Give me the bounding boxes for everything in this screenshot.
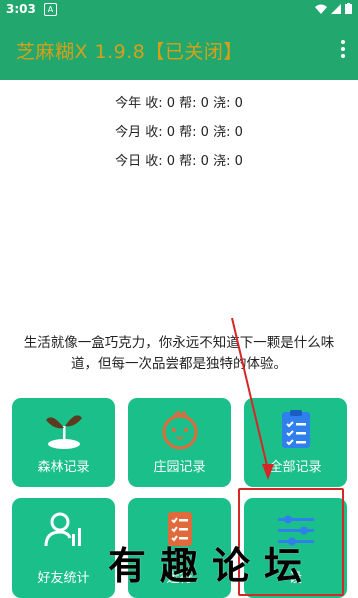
stat-day: 今日 收: 0 帮: 0 浇: 0 bbox=[115, 154, 243, 169]
status-bar: 3:03 A bbox=[0, 0, 358, 20]
notification-icon: A bbox=[44, 3, 57, 16]
quote-text: 生活就像一盒巧克力，你永远不知道下一颗是什么味道，但每一次品尝都是独特的体验。 bbox=[23, 335, 335, 372]
stat-month: 今月 收: 0 帮: 0 浇: 0 bbox=[115, 125, 243, 140]
friends-stats-button[interactable]: 好友统计 bbox=[12, 498, 115, 598]
overflow-menu-icon[interactable] bbox=[340, 40, 346, 60]
status-time: 3:03 bbox=[6, 2, 36, 16]
forest-records-label: 森林记录 bbox=[37, 460, 90, 475]
manor-records-label: 庄园记录 bbox=[153, 460, 206, 475]
friends-stats-label: 好友统计 bbox=[37, 571, 90, 586]
stat-year: 今年 收: 0 帮: 0 浇: 0 bbox=[115, 96, 243, 111]
chick-icon bbox=[162, 410, 198, 450]
watermark-text: 有趣论坛 bbox=[108, 543, 317, 588]
app-bar: 芝麻糊X 1.9.8【已关闭】 bbox=[0, 20, 358, 80]
forest-records-button[interactable]: 森林记录 bbox=[12, 398, 115, 487]
clipboard-icon bbox=[282, 410, 310, 448]
all-records-button[interactable]: 全部记录 bbox=[244, 398, 347, 487]
all-records-label: 全部记录 bbox=[269, 460, 322, 475]
app-title: 芝麻糊X 1.9.8【已关闭】 bbox=[16, 41, 243, 63]
manor-records-button[interactable]: 庄园记录 bbox=[128, 398, 231, 487]
signal-icon bbox=[331, 3, 341, 14]
stats-panel: 今年 收: 0 帮: 0 浇: 0 今月 收: 0 帮: 0 浇: 0 今日 收… bbox=[0, 92, 358, 179]
sprout-icon bbox=[46, 415, 82, 449]
user-stats-icon bbox=[44, 512, 81, 547]
system-icons bbox=[315, 3, 352, 14]
wifi-icon bbox=[315, 4, 327, 14]
battery-icon bbox=[345, 3, 352, 14]
